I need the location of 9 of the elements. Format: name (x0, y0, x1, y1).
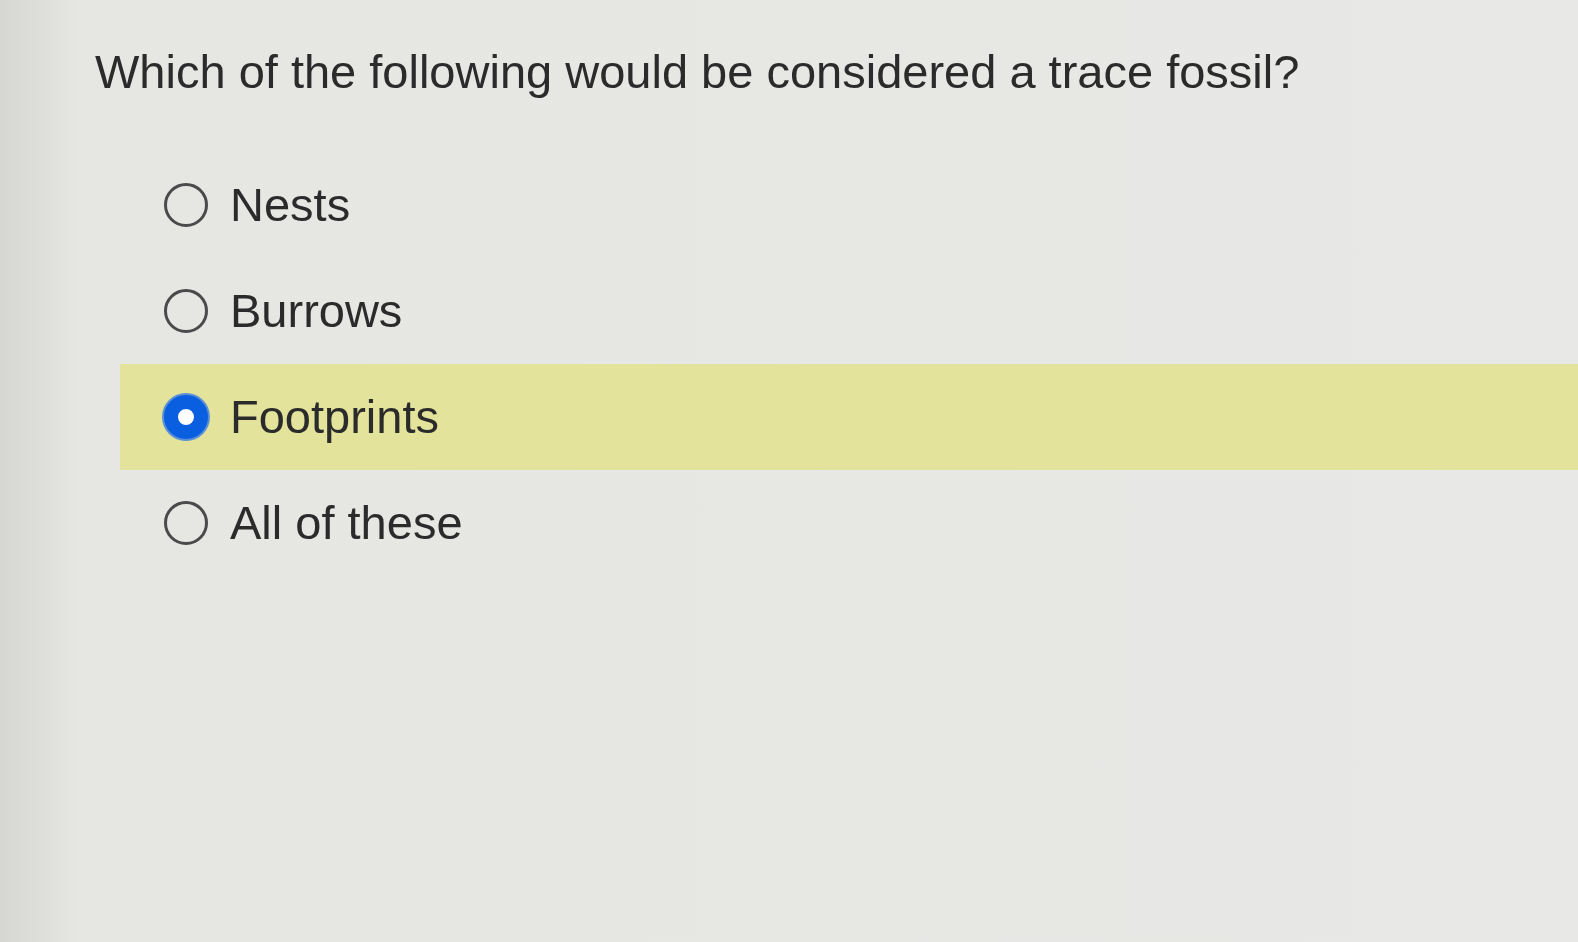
radio-button[interactable] (164, 183, 208, 227)
option-label[interactable]: Nests (230, 176, 351, 234)
radio-button[interactable] (164, 395, 208, 439)
option-label[interactable]: Burrows (230, 282, 403, 340)
question-text: Which of the following would be considered a trace fossil? (95, 44, 1300, 100)
option-label[interactable]: All of these (230, 494, 463, 552)
radio-button[interactable] (164, 501, 208, 545)
option-label[interactable]: Footprints (230, 388, 439, 446)
radio-button[interactable] (164, 289, 208, 333)
